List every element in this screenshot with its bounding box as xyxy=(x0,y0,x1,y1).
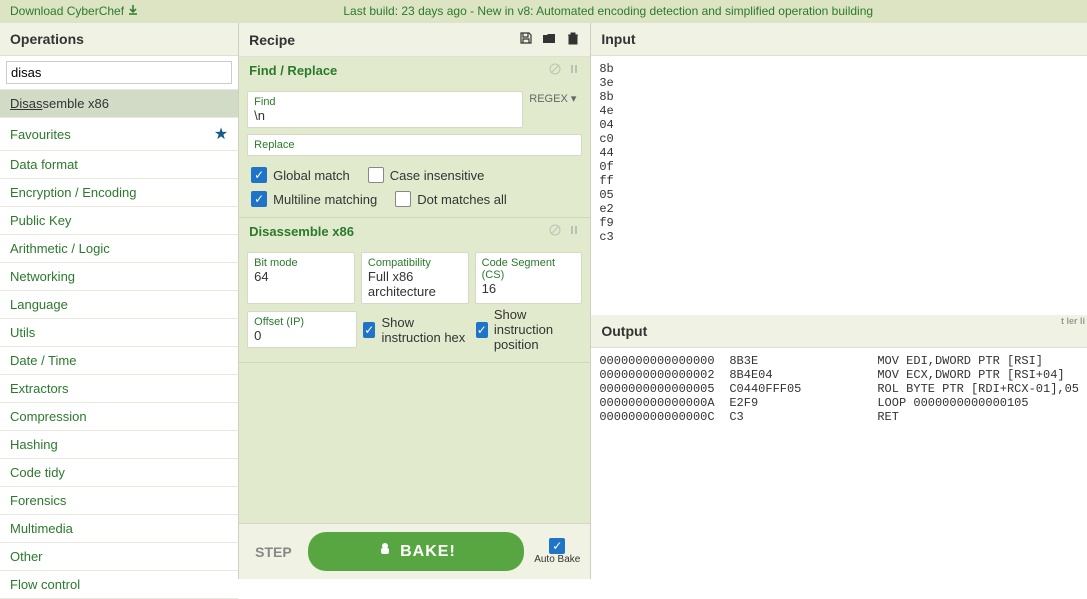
operations-title: Operations xyxy=(10,31,228,47)
checkbox[interactable]: Show instruction position xyxy=(476,307,583,352)
category-item[interactable]: Forensics xyxy=(0,487,238,515)
output-stats: t ler li xyxy=(1061,317,1085,326)
save-icon[interactable] xyxy=(513,32,533,48)
category-item[interactable]: Extractors xyxy=(0,375,238,403)
search-input[interactable] xyxy=(6,61,232,84)
operations-header: Operations xyxy=(0,23,238,56)
category-item[interactable]: Date / Time xyxy=(0,347,238,375)
checkbox[interactable]: Case insensitive xyxy=(368,167,485,183)
operations-panel: Operations Disassemble x86 Favourites ★ … xyxy=(0,23,239,579)
favourites-category[interactable]: Favourites ★ xyxy=(0,118,238,151)
regex-dropdown[interactable]: REGEX ▾ xyxy=(523,88,582,109)
input-title: Input xyxy=(601,31,1077,47)
category-item[interactable]: Networking xyxy=(0,263,238,291)
arg-field[interactable]: Bit mode64 xyxy=(247,252,355,304)
chef-icon xyxy=(376,540,394,563)
download-icon xyxy=(127,4,139,19)
auto-bake-toggle[interactable]: Auto Bake xyxy=(534,538,580,565)
category-item[interactable]: Multimedia xyxy=(0,515,238,543)
banner-link-2[interactable]: simplified operation building xyxy=(725,4,873,18)
category-item[interactable]: Language xyxy=(0,291,238,319)
banner-center: Last build: 23 days ago - New in v8: Aut… xyxy=(139,4,1077,19)
recipe-header: Recipe xyxy=(239,23,590,57)
category-item[interactable]: Code tidy xyxy=(0,459,238,487)
output-header: Output t ler li xyxy=(591,315,1087,348)
category-item[interactable]: Encryption / Encoding xyxy=(0,179,238,207)
input-text[interactable]: 8b 3e 8b 4e 04 c0 44 0f ff 05 e2 f9 c3 xyxy=(591,56,1087,315)
output-title: Output xyxy=(601,323,1077,339)
load-icon[interactable] xyxy=(536,32,556,48)
category-item[interactable]: Hashing xyxy=(0,431,238,459)
arg-field[interactable]: Offset (IP)0 xyxy=(247,311,357,348)
clear-icon[interactable] xyxy=(560,32,580,48)
arg-field[interactable]: Code Segment (CS)16 xyxy=(475,252,583,304)
category-item[interactable]: Other xyxy=(0,543,238,571)
disable-icon[interactable] xyxy=(545,224,561,239)
top-banner: Download CyberChef Last build: 23 days a… xyxy=(0,0,1087,23)
step-button[interactable]: STEP xyxy=(249,544,298,560)
replace-field[interactable]: Replace xyxy=(247,134,582,156)
pause-icon[interactable] xyxy=(564,224,580,239)
recipe-op-disassemble: Disassemble x86 Bit mode64CompatibilityF… xyxy=(239,218,590,363)
category-item[interactable]: Compression xyxy=(0,403,238,431)
category-item[interactable]: Utils xyxy=(0,319,238,347)
star-icon: ★ xyxy=(214,124,228,144)
category-item[interactable]: Public Key xyxy=(0,207,238,235)
checkbox[interactable]: Dot matches all xyxy=(395,191,507,207)
op-title: Find / Replace xyxy=(249,63,545,78)
download-link[interactable]: Download CyberChef xyxy=(10,4,139,19)
arg-field[interactable]: CompatibilityFull x86 architecture xyxy=(361,252,469,304)
output-text: 00000000000000008B3EMOV EDI,DWORD PTR [R… xyxy=(591,348,1087,579)
bake-button[interactable]: BAKE! xyxy=(308,532,524,571)
checkbox[interactable]: Global match xyxy=(251,167,350,183)
category-item[interactable]: Flow control xyxy=(0,571,238,599)
banner-link-1[interactable]: Automated encoding detection xyxy=(536,4,698,18)
recipe-panel: Recipe Find / Replace xyxy=(239,23,591,579)
recipe-title: Recipe xyxy=(249,32,512,48)
recipe-op-find-replace: Find / Replace Find \n REGEX ▾ xyxy=(239,57,590,218)
category-item[interactable]: Arithmetic / Logic xyxy=(0,235,238,263)
checkbox[interactable]: Show instruction hex xyxy=(363,315,470,345)
disable-icon[interactable] xyxy=(545,63,561,78)
category-item[interactable]: Data format xyxy=(0,151,238,179)
pause-icon[interactable] xyxy=(564,63,580,78)
input-header: Input xyxy=(591,23,1087,56)
search-result-item[interactable]: Disassemble x86 xyxy=(0,90,238,118)
find-field[interactable]: Find \n xyxy=(247,91,523,128)
op-title: Disassemble x86 xyxy=(249,224,545,239)
checkbox[interactable]: Multiline matching xyxy=(251,191,377,207)
